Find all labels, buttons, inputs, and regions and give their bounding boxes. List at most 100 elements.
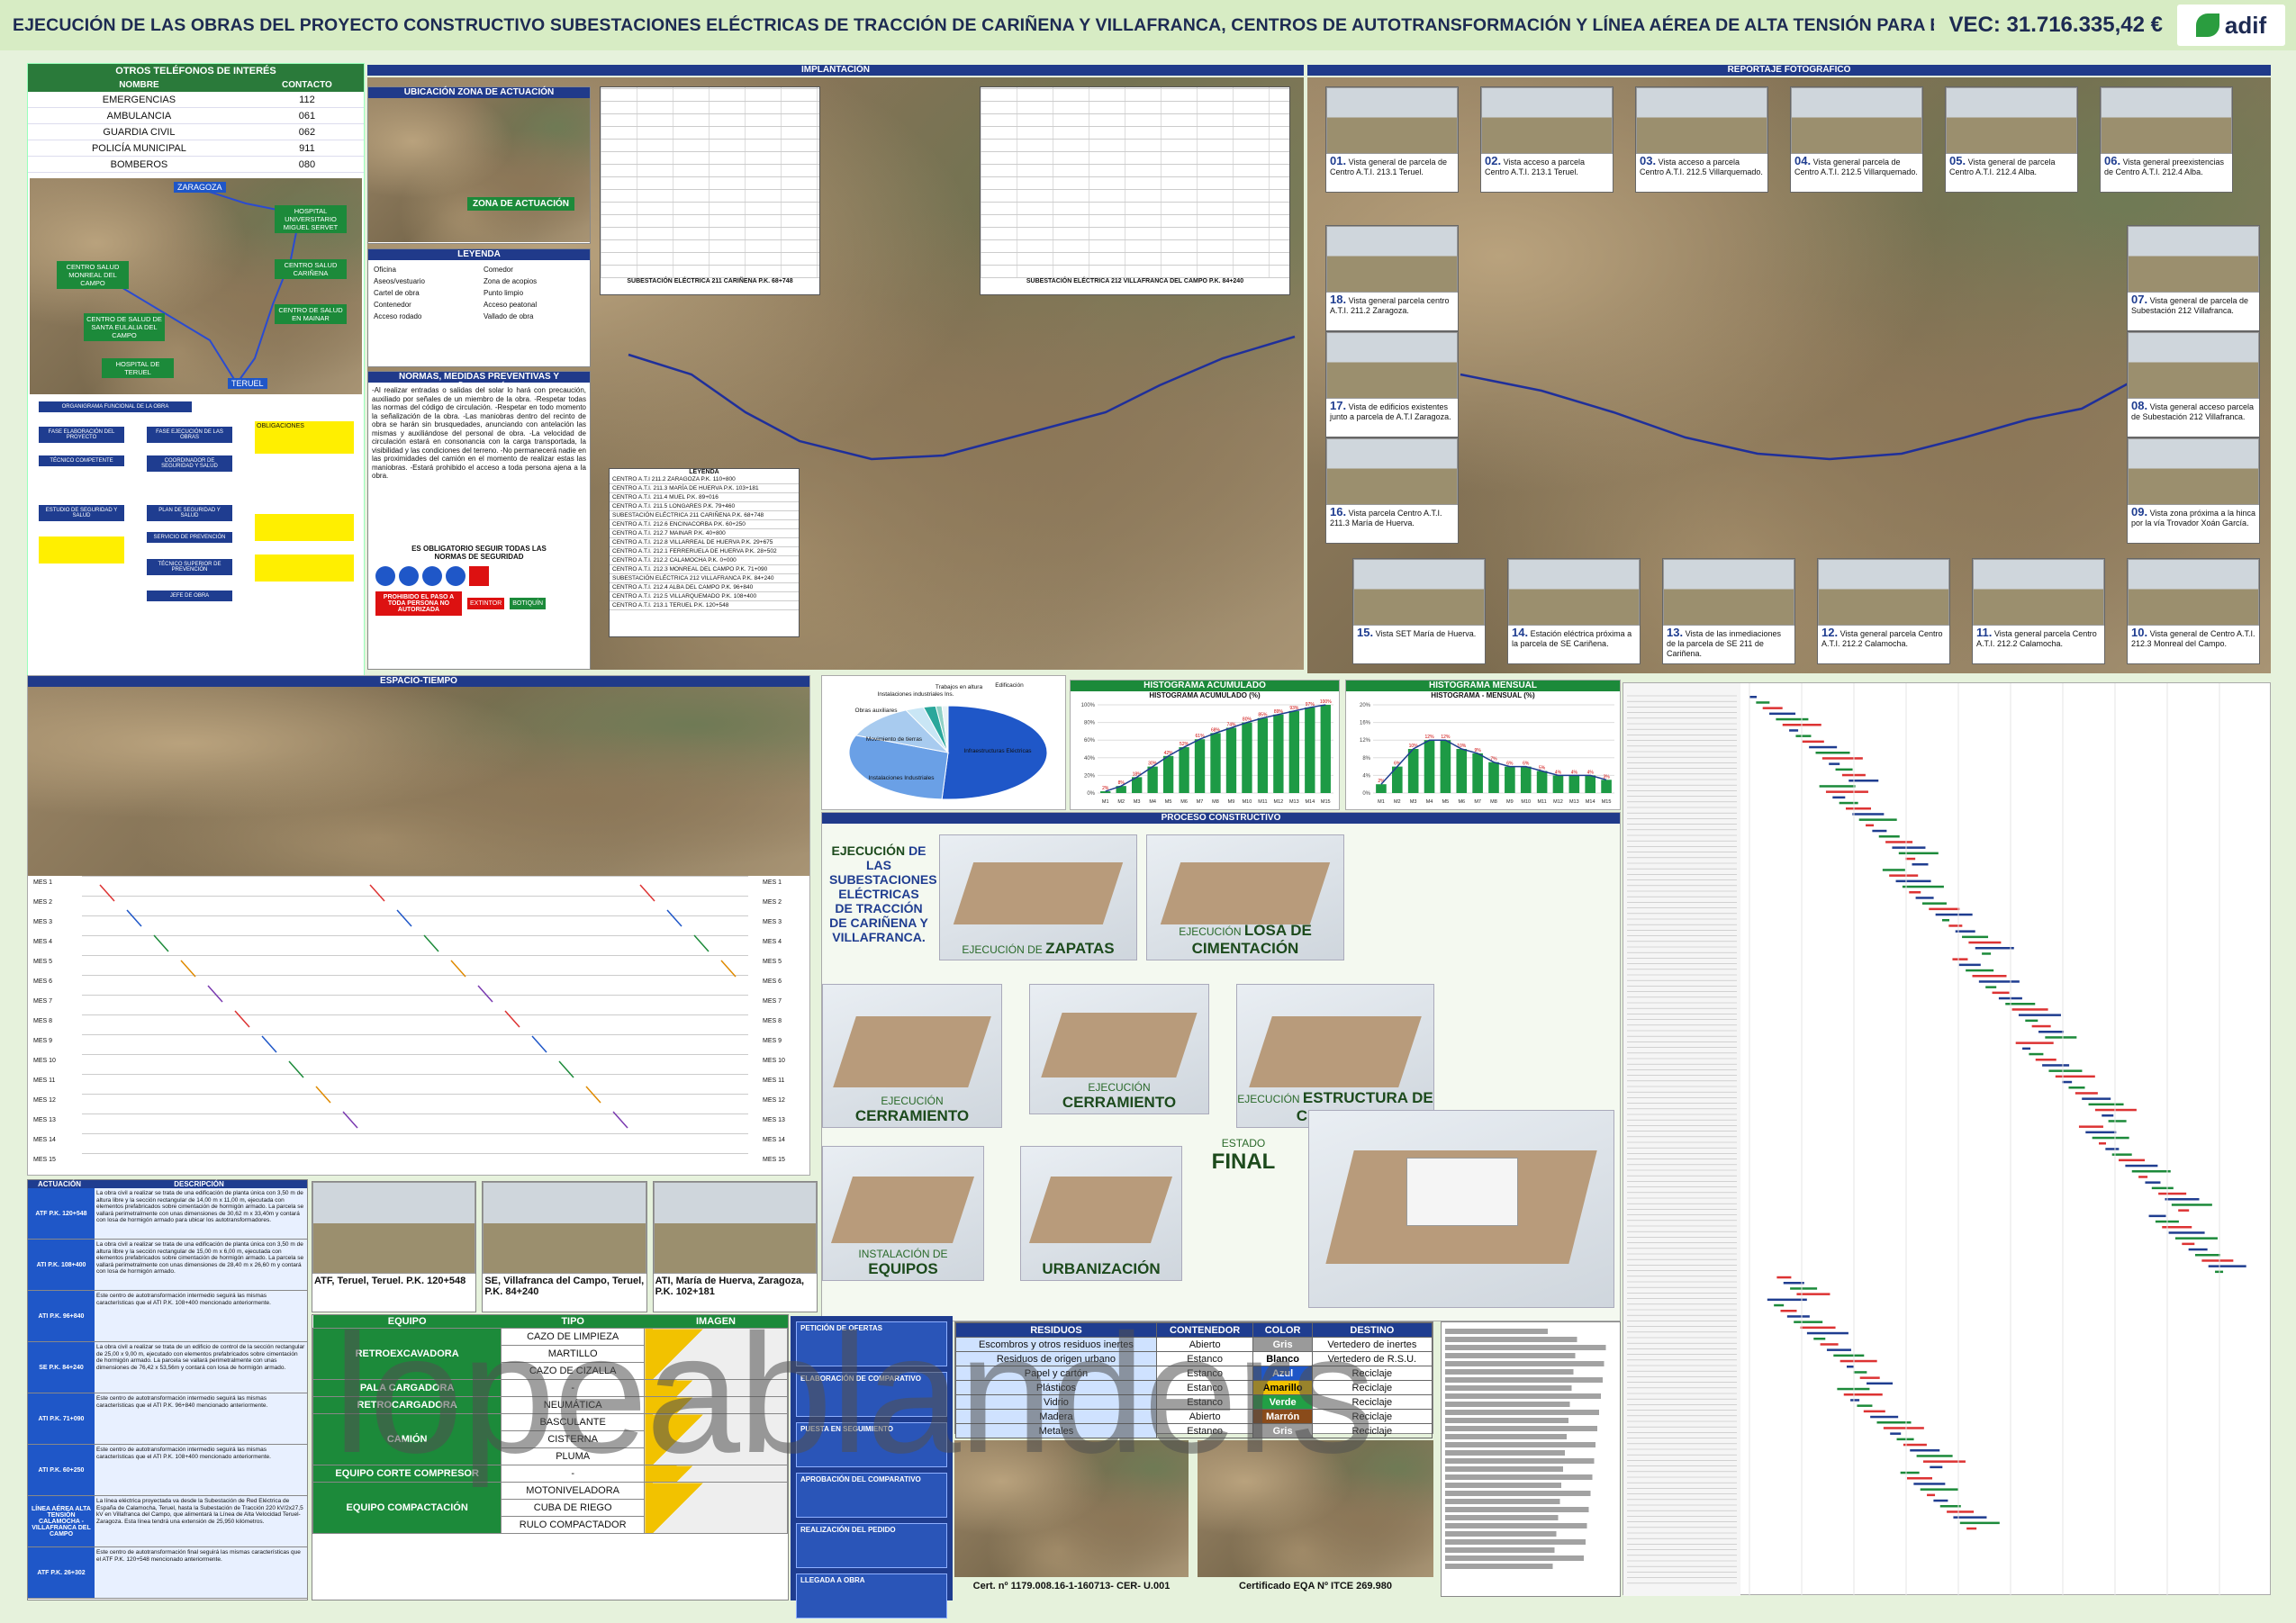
watermark: lopeablanders	[333, 1299, 1375, 1488]
gantt-bar	[1767, 1298, 1807, 1302]
gantt-bar	[1840, 1359, 1877, 1363]
checklist-line	[1445, 1426, 1616, 1431]
estado-final-render	[1308, 1110, 1614, 1308]
photo-number: 07.	[2131, 293, 2148, 306]
checklist-line	[1445, 1483, 1616, 1488]
gantt-bar	[1837, 1387, 1870, 1391]
gantt-bar	[1892, 846, 1926, 849]
gantt-bar	[1774, 1303, 1785, 1307]
activity-mark	[234, 1010, 250, 1028]
gantt-bar	[1789, 729, 1799, 732]
table-row: BOMBEROS 080	[28, 156, 364, 173]
x-tick-label: M3	[1410, 799, 1417, 805]
photo-number: 13.	[1667, 626, 1684, 639]
photo-number: 09.	[2131, 505, 2148, 518]
bar	[1225, 727, 1237, 793]
x-tick-label: M10	[1521, 799, 1531, 805]
gantt-bar	[2099, 1142, 2106, 1145]
pie-chart-panel: Infraestructuras Eléctricas Instalaciones…	[821, 675, 1066, 810]
x-tick-label: M9	[1228, 799, 1235, 805]
gantt-bar	[1909, 891, 1921, 894]
acum-chart-panel: HISTOGRAMA ACUMULADO HISTOGRAMA ACUMULAD…	[1070, 680, 1340, 810]
gantt-bar	[1948, 924, 1963, 927]
gantt-bar	[1962, 935, 1989, 939]
photo-caption: Vista general acceso parcela de Subestac…	[2131, 402, 2254, 421]
month-label-left: MES 2	[33, 899, 53, 906]
gantt-bar	[1896, 1438, 1914, 1441]
gantt-bar	[1832, 796, 1846, 799]
bar	[1488, 762, 1499, 793]
month-label-right: MES 2	[763, 899, 782, 906]
activity-mark	[639, 884, 655, 902]
gantt-bar	[1783, 1282, 1804, 1285]
gantt-bar	[1813, 1338, 1826, 1340]
report-photo: 01. Vista general de parcela de Centro A…	[1325, 86, 1459, 193]
gantt-bar	[2108, 1120, 2127, 1123]
checklist-line	[1445, 1410, 1616, 1415]
peticion-step: REALIZACIÓN DEL PEDIDO	[796, 1523, 947, 1568]
x-tick-label: M6	[1180, 799, 1188, 805]
espacio-tiempo-section: ESPACIO-TIEMPO MES 1 MES 1 MES 2 MES 2 MES 3…	[27, 675, 810, 1176]
report-photo: 02. Vista acceso a parcela Centro A.T.I.…	[1480, 86, 1614, 193]
y-tick-label: 100%	[1081, 703, 1096, 708]
x-tick-label: M14	[1305, 799, 1315, 805]
checklist-panel	[1441, 1321, 1621, 1597]
gantt-bar	[1985, 986, 1997, 988]
espacio-tiempo-map	[28, 687, 809, 876]
x-tick-label: M6	[1458, 799, 1465, 805]
report-photo: 09. Vista zona próxima a la hinca por la…	[2127, 437, 2260, 544]
obligations-note: OBLIGACIONES	[255, 421, 354, 454]
gantt-bar	[2094, 1108, 2137, 1112]
table-row: AMBULANCIA 061	[28, 107, 364, 124]
construction-stage: INSTALACIÓN DE EQUIPOS	[822, 1146, 984, 1281]
photo-caption: Vista de edificios existentes junto a pa…	[1330, 402, 1451, 421]
gantt-bar	[1870, 1415, 1899, 1419]
plan-se-211-caption: SUBESTACIÓN ELÉCTRICA 211 CARIÑENA P.K. …	[601, 278, 819, 284]
legend-item: Oficina	[374, 266, 396, 274]
gantt-bar	[2151, 1186, 2174, 1190]
organigram-box: TÉCNICO COMPETENTE	[39, 455, 124, 466]
map-label-cs-mainar: CENTRO DE SALUD EN MAINAR	[275, 304, 347, 324]
gantt-bar	[1866, 824, 1875, 827]
legend-item: Punto limpio	[484, 289, 524, 297]
legend-item: Acceso peatonal	[484, 301, 538, 309]
activity-mark	[504, 1010, 520, 1028]
photo-caption: Estación eléctrica próxima a la parcela …	[1512, 629, 1632, 648]
gantt-bar	[1809, 745, 1838, 749]
checklist-line	[1445, 1369, 1616, 1375]
extintor-sign: EXTINTOR	[467, 598, 505, 609]
gantt-bar	[2171, 1204, 2212, 1206]
organigram-box: SERVICIO DE PREVENCIÓN	[147, 532, 232, 543]
x-tick-label: M15	[1602, 799, 1612, 805]
gantt-bar	[1847, 1366, 1854, 1368]
gantt-bar	[1933, 1499, 1948, 1502]
data-label: 10%	[1457, 744, 1467, 749]
fire-extinguisher-icon	[469, 566, 489, 586]
month-label-right: MES 1	[763, 879, 782, 886]
gantt-bar	[1910, 1449, 1940, 1452]
proceso-section: PROCESO CONSTRUCTIVO EJECUCIÓN DE LAS SU…	[821, 812, 1621, 1321]
centro-row: CENTRO A.T.I. 212.3 MONREAL DEL CAMPO P.…	[610, 565, 799, 574]
month-label-right: MES 10	[763, 1058, 785, 1064]
gantt-bar	[1859, 1376, 1880, 1379]
site-photos: ATF, Teruel, Teruel. P.K. 120+548 SE, Vi…	[312, 1181, 818, 1312]
gantt-bar	[2145, 1181, 2161, 1184]
espacio-tiempo-title: ESPACIO-TIEMPO	[28, 676, 809, 687]
location-title: UBICACIÓN ZONA DE ACTUACIÓN	[368, 87, 590, 98]
centro-row: CENTRO A.T.I. 211.5 LONGARES P.K. 79+460	[610, 502, 799, 511]
gantt-bar	[2088, 1103, 2124, 1106]
gantt-bar	[1776, 1276, 1792, 1279]
normas-title: NORMAS, MEDIDAS PREVENTIVAS Y SEÑALIZACI…	[368, 372, 590, 392]
gantt-bar	[1921, 902, 1947, 905]
photo-number: 08.	[2131, 399, 2148, 412]
month-label-left: MES 12	[33, 1097, 56, 1104]
activity-mark	[369, 884, 385, 902]
table-row: ATI P.K. 60+250 Este centro de autotrans…	[28, 1445, 307, 1496]
x-tick-label: M4	[1426, 799, 1433, 805]
report-photo: 17. Vista de edificios existentes junto …	[1325, 331, 1459, 437]
table-row: ATF P.K. 26+302 Este centro de autotrans…	[28, 1547, 307, 1599]
photo-caption: Vista general parcela centro A.T.I. 211.…	[1330, 296, 1450, 315]
month-label-right: MES 5	[763, 959, 782, 965]
photo-number: 12.	[1821, 626, 1839, 639]
report-photo: 13. Vista de las inmediaciones de la par…	[1662, 558, 1795, 664]
